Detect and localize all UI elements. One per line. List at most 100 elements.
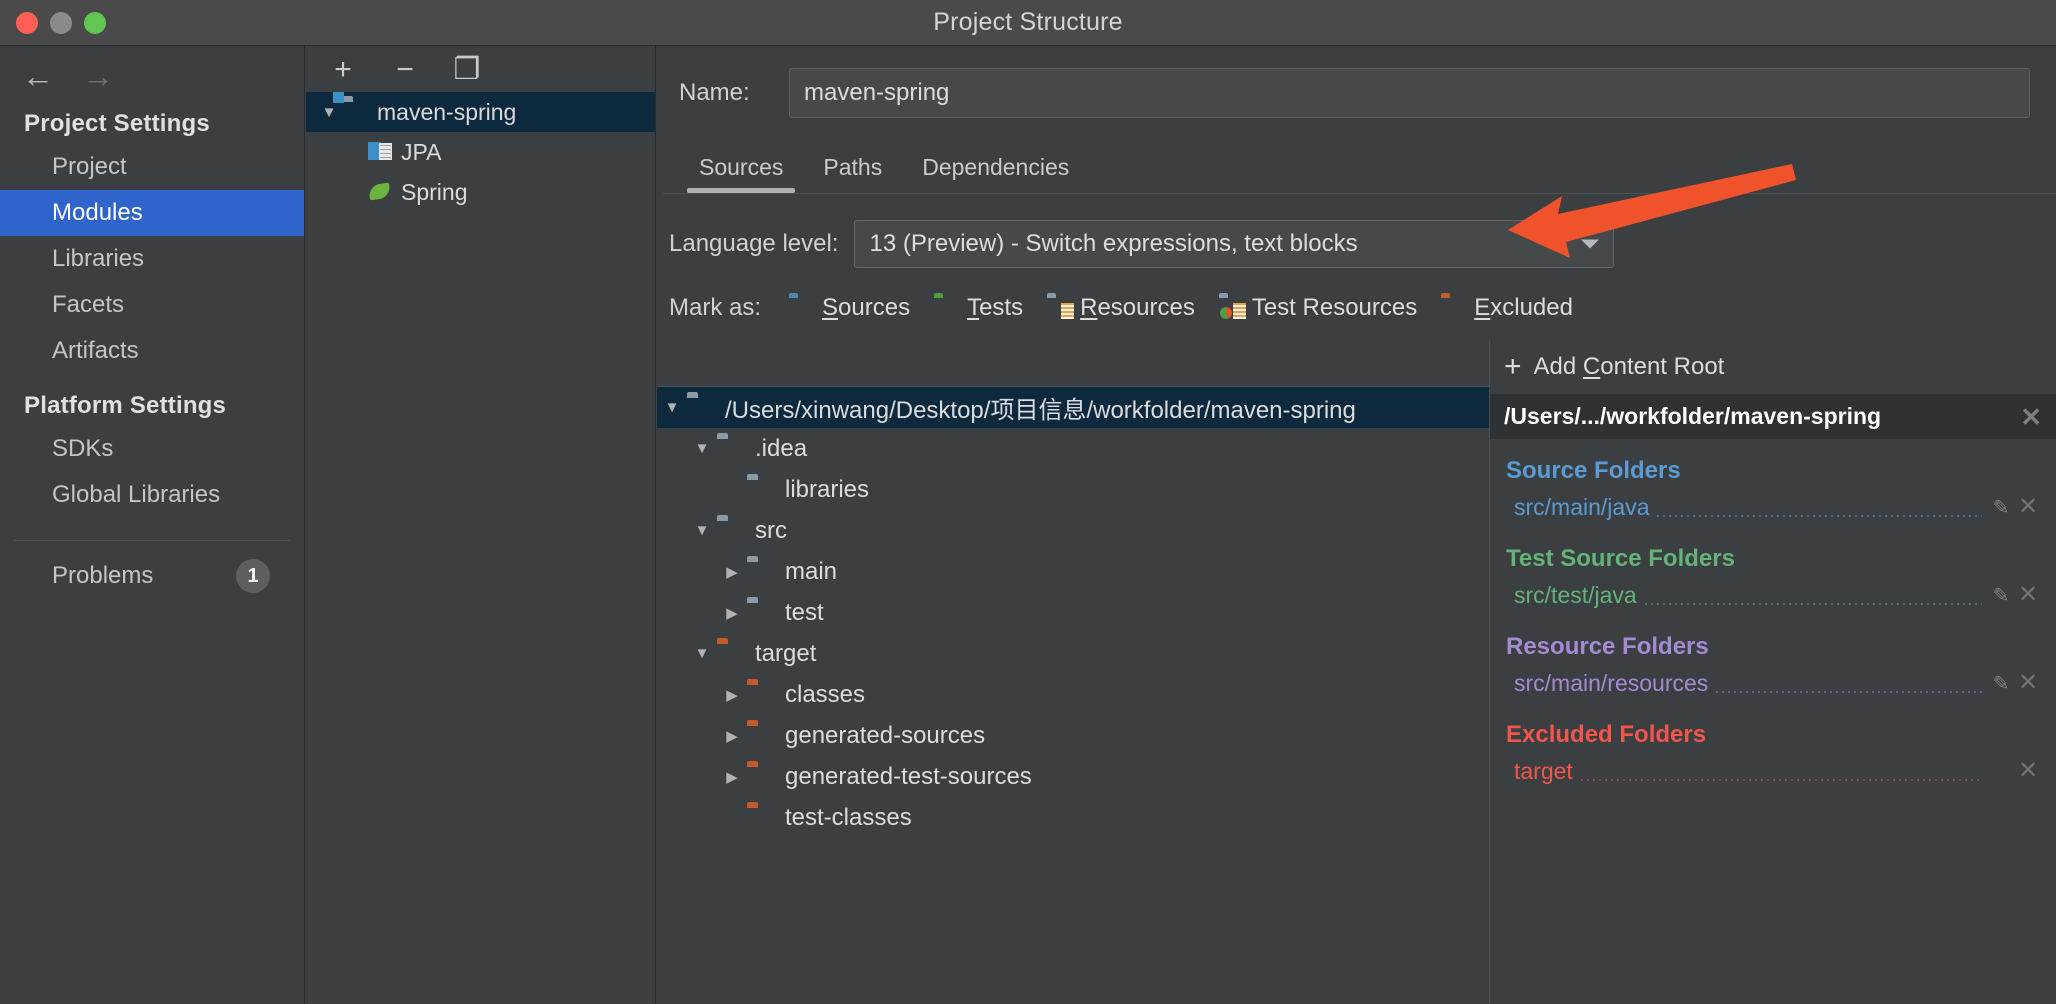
leader-dots (1642, 583, 1982, 607)
file-tree-label: generated-test-sources (785, 762, 1032, 790)
file-tree-label: test-classes (785, 803, 912, 831)
back-arrow-icon[interactable]: ← (22, 60, 54, 92)
file-tree-label: main (785, 557, 838, 585)
excluded-folder-icon (747, 807, 775, 829)
mark-as-resources-button[interactable]: Resources (1047, 294, 1195, 322)
edit-icon[interactable]: ✎ (1988, 495, 2014, 520)
resource-folder-entry[interactable]: src/main/resources ✎ ✕ (1490, 663, 2056, 703)
mark-as-sources-button[interactable]: Sources (789, 294, 910, 322)
module-tree-item-label: JPA (401, 138, 442, 165)
window-titlebar: Project Structure (0, 0, 2056, 46)
resource-folders-title: Resource Folders (1506, 633, 1709, 660)
sidebar-item-modules[interactable]: Modules (0, 190, 304, 236)
file-tree-label: .idea (755, 434, 808, 462)
copy-module-button[interactable]: ❐ (452, 55, 482, 85)
add-module-button[interactable]: + (328, 55, 358, 85)
chevron-down-icon[interactable] (1581, 239, 1600, 249)
mark-as-excluded-button[interactable]: Excluded (1441, 294, 1573, 322)
content-root-path-label: /Users/.../workfolder/maven-spring (1504, 403, 1882, 429)
plus-icon: + (1504, 350, 1522, 383)
forward-arrow-icon[interactable]: → (82, 60, 114, 92)
chevron-right-icon[interactable]: ▶ (717, 686, 747, 704)
sidebar-item-facets[interactable]: Facets (0, 282, 304, 328)
chevron-down-icon[interactable]: ▼ (657, 399, 687, 416)
module-name-input[interactable]: maven-spring (789, 68, 2030, 118)
sidebar-heading-project-settings: Project Settings (24, 110, 210, 137)
chevron-down-icon[interactable]: ▼ (687, 645, 717, 662)
chevron-down-icon[interactable]: ▼ (316, 104, 342, 121)
module-tree-item-spring[interactable]: Spring (306, 172, 655, 212)
jpa-facet-icon (368, 140, 392, 164)
leader-dots (1578, 759, 1982, 783)
resource-folder-path: src/main/resources (1514, 669, 1709, 696)
edit-icon[interactable]: ✎ (1988, 583, 2014, 608)
problems-count-badge: 1 (236, 559, 270, 593)
chevron-right-icon[interactable]: ▶ (717, 768, 747, 786)
add-content-root-button[interactable]: + Add Content Root (1490, 340, 2056, 394)
sidebar-item-problems[interactable]: Problems 1 (0, 541, 304, 593)
modules-toolbar: + − ❐ (306, 46, 655, 92)
spring-leaf-icon (368, 180, 392, 204)
edit-icon[interactable]: ✎ (1988, 671, 2014, 696)
excluded-folder-icon (747, 684, 775, 706)
sidebar-item-global-libraries[interactable]: Global Libraries (0, 472, 304, 518)
file-tree-label: classes (785, 680, 866, 708)
source-folders-title: Source Folders (1506, 457, 1681, 484)
close-window-button[interactable] (16, 11, 38, 34)
add-content-root-label-rest: ontent Root (1600, 353, 1725, 380)
tab-paths[interactable]: Paths (803, 148, 902, 193)
test-resources-folder-icon (1219, 297, 1246, 319)
file-tree-label: libraries (785, 475, 870, 503)
mark-as-row: Mark as: Sources Tests Resources Test Re… (657, 268, 2056, 322)
excluded-folder-icon (717, 643, 745, 665)
mark-as-tests-button[interactable]: Tests (934, 294, 1023, 322)
test-source-folder-entry[interactable]: src/test/java ✎ ✕ (1490, 575, 2056, 615)
remove-icon[interactable]: ✕ (2014, 583, 2042, 607)
module-tree-item-maven-spring[interactable]: ▼ maven-spring (306, 92, 655, 132)
tree-spacer: ▶ (717, 481, 747, 499)
module-tree-item-label: maven-spring (377, 98, 517, 125)
module-name-row: Name: maven-spring (657, 46, 2056, 118)
module-tree-item-jpa[interactable]: JPA (306, 132, 655, 172)
remove-icon[interactable]: ✕ (2014, 671, 2042, 695)
sidebar-item-sdks[interactable]: SDKs (0, 426, 304, 472)
chevron-right-icon[interactable]: ▶ (717, 604, 747, 622)
remove-icon[interactable]: ✕ (2014, 495, 2042, 519)
folder-icon (747, 561, 775, 583)
file-tree-label: test (785, 598, 824, 626)
chevron-right-icon[interactable]: ▶ (717, 563, 747, 581)
tab-sources[interactable]: Sources (679, 148, 803, 193)
content-root-path-header[interactable]: /Users/.../workfolder/maven-spring ✕ (1490, 394, 2056, 439)
resources-folder-icon (1047, 297, 1075, 319)
sidebar-item-libraries[interactable]: Libraries (0, 236, 304, 282)
language-level-combo[interactable]: 13 (Preview) - Switch expressions, text … (854, 220, 1615, 268)
source-folder-path: src/main/java (1514, 493, 1650, 520)
close-icon[interactable]: ✕ (2010, 404, 2042, 430)
zoom-window-button[interactable] (84, 11, 106, 34)
folder-icon (747, 479, 775, 501)
sidebar-item-project[interactable]: Project (0, 144, 304, 190)
sidebar-item-artifacts[interactable]: Artifacts (0, 328, 304, 374)
problems-label: Problems (52, 562, 154, 589)
modules-pane: + − ❐ ▼ maven-spring JPA Spring (306, 46, 656, 1004)
excluded-folder-path: target (1514, 757, 1573, 784)
minimize-window-button[interactable] (50, 11, 72, 34)
remove-icon[interactable]: ✕ (2014, 759, 2042, 783)
excluded-folders-title: Excluded Folders (1506, 721, 1707, 748)
tab-dependencies[interactable]: Dependencies (902, 148, 1089, 193)
mark-as-sources-label-rest: ources (838, 294, 911, 321)
folder-icon (747, 602, 775, 624)
excluded-folder-icon (747, 766, 775, 788)
remove-module-button[interactable]: − (390, 55, 420, 85)
source-folder-entry[interactable]: src/main/java ✎ ✕ (1490, 487, 2056, 527)
chevron-right-icon[interactable]: ▶ (717, 727, 747, 745)
leader-dots (1655, 495, 1982, 519)
mark-as-excluded-label-rest: xcluded (1490, 294, 1573, 321)
folder-icon (717, 520, 745, 542)
language-level-value: 13 (Preview) - Switch expressions, text … (869, 230, 1358, 257)
mark-as-test-resources-button[interactable]: Test Resources (1219, 294, 1417, 322)
file-tree-label: src (755, 516, 787, 544)
excluded-folder-entry[interactable]: target ✎ ✕ (1490, 751, 2056, 791)
chevron-down-icon[interactable]: ▼ (687, 522, 717, 539)
chevron-down-icon[interactable]: ▼ (687, 440, 717, 457)
